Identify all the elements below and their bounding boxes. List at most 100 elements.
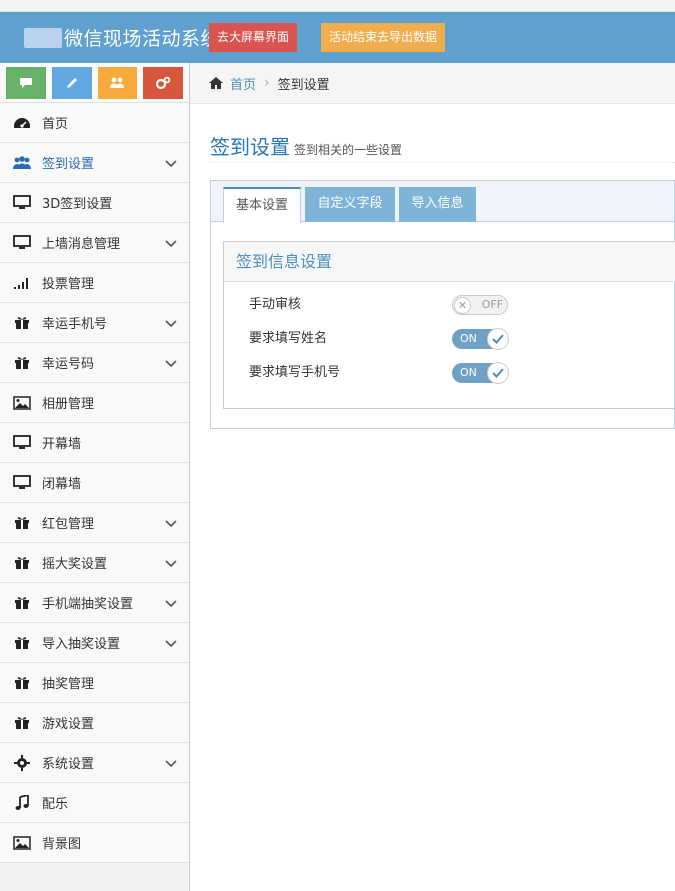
sidebar-shortcuts	[0, 63, 189, 103]
sidebar-item-label: 幸运手机号	[42, 317, 108, 332]
cogs-icon	[156, 76, 171, 90]
sidebar-item[interactable]: 手机端抽奖设置	[0, 583, 189, 623]
cog-icon	[12, 754, 32, 772]
desktop-icon	[12, 434, 32, 452]
sidebar-item[interactable]: 红包管理	[0, 503, 189, 543]
sidebar-item[interactable]: 抽奖管理	[0, 663, 189, 703]
sidebar-item[interactable]: 导入抽奖设置	[0, 623, 189, 663]
tab-bar: 基本设置 自定义字段 导入信息	[211, 181, 674, 223]
sidebar-item[interactable]: 幸运号码	[0, 343, 189, 383]
music-icon	[12, 794, 32, 812]
sidebar-item-label: 上墙消息管理	[42, 237, 121, 252]
signal-icon	[12, 274, 32, 292]
brand-text: 微信现场活动系统	[64, 28, 221, 50]
settings-tabs: 基本设置 自定义字段 导入信息 签到信息设置 手动审核 ✕ OFF 要求填写姓名…	[210, 180, 675, 429]
sidebar-item[interactable]: 配乐	[0, 783, 189, 823]
sidebar: 首页签到设置 3D签到设置 上墙消息管理 投票管理幸运手机号幸运号码相册管理开幕墙闭幕…	[0, 63, 190, 891]
tab-custom-fields[interactable]: 自定义字段	[305, 187, 395, 222]
chevron-down-icon	[165, 357, 177, 372]
sidebar-item-label: 背景图	[42, 837, 82, 852]
setting-label-require-phone: 要求填写手机号	[249, 365, 341, 380]
brand-title: 微信现场活动系统	[24, 24, 220, 51]
sidebar-item-label: 幸运号码	[42, 357, 95, 372]
sidebar-item[interactable]: 幸运手机号	[0, 303, 189, 343]
require-name-toggle[interactable]: ON	[452, 328, 509, 350]
home-icon	[209, 77, 223, 89]
gift-icon	[12, 314, 32, 332]
sidebar-item-label: 系统设置	[42, 757, 95, 772]
desktop-icon	[12, 194, 32, 212]
sidebar-item[interactable]: 签到设置	[0, 143, 189, 183]
gift-icon	[12, 554, 32, 572]
sidebar-item-label: 游戏设置	[42, 717, 95, 732]
manual-review-toggle[interactable]: ✕ OFF	[452, 295, 508, 315]
sidebar-item[interactable]: 摇大奖设置	[0, 543, 189, 583]
setting-label-manual-review: 手动审核	[249, 297, 302, 312]
page-subtitle: 签到相关的一些设置	[294, 143, 403, 157]
gift-icon	[12, 634, 32, 652]
gift-icon	[12, 354, 32, 372]
page-title: 签到设置	[210, 137, 290, 159]
export-data-button[interactable]: 活动结束去导出数据	[321, 23, 445, 52]
tab-basic-settings[interactable]: 基本设置	[223, 187, 301, 223]
breadcrumb-home-link[interactable]: 首页	[230, 74, 256, 93]
sidebar-menu: 首页签到设置 3D签到设置 上墙消息管理 投票管理幸运手机号幸运号码相册管理开幕墙闭幕…	[0, 103, 189, 863]
checkin-info-widget: 签到信息设置 手动审核 ✕ OFF 要求填写姓名 ON 要求填写手机号 ON	[223, 241, 675, 409]
shortcut-pencil-button[interactable]	[51, 67, 92, 99]
sidebar-item-label: 红包管理	[42, 517, 95, 532]
shortcut-group-button[interactable]	[97, 67, 138, 99]
require-phone-toggle[interactable]: ON	[452, 362, 509, 384]
chevron-down-icon	[165, 157, 177, 172]
sidebar-item-label: 闭幕墙	[42, 477, 82, 492]
tab-import-info[interactable]: 导入信息	[399, 187, 476, 222]
chevron-down-icon	[165, 237, 177, 252]
sidebar-item[interactable]: 3D签到设置	[0, 183, 189, 223]
chevron-down-icon	[165, 637, 177, 652]
blurred-logo	[24, 28, 62, 48]
sidebar-item[interactable]: 闭幕墙	[0, 463, 189, 503]
sidebar-item[interactable]: 投票管理	[0, 263, 189, 303]
gift-icon	[12, 594, 32, 612]
sidebar-item[interactable]: 上墙消息管理	[0, 223, 189, 263]
sidebar-item[interactable]: 首页	[0, 103, 189, 143]
sidebar-item-label: 签到设置	[42, 157, 95, 172]
sidebar-item[interactable]: 系统设置	[0, 743, 189, 783]
sidebar-item-label: 相册管理	[42, 397, 95, 412]
check-icon	[487, 328, 509, 350]
sidebar-item-label: 手机端抽奖设置	[42, 597, 134, 612]
gift-icon	[12, 674, 32, 692]
sidebar-item-label: 3D签到设置	[42, 197, 113, 212]
chevron-down-icon	[165, 557, 177, 572]
sidebar-item-label: 首页	[42, 117, 69, 132]
widget-title: 签到信息设置	[224, 242, 675, 282]
chevron-down-icon	[165, 317, 177, 332]
sidebar-item[interactable]: 开幕墙	[0, 423, 189, 463]
setting-label-require-name: 要求填写姓名	[249, 331, 328, 346]
shortcut-comment-button[interactable]	[6, 67, 46, 99]
desktop-icon	[12, 474, 32, 492]
top-header: 微信现场活动系统 去大屏幕界面 活动结束去导出数据	[0, 12, 675, 63]
toggle-state-text: OFF	[481, 298, 503, 311]
chevron-down-icon	[165, 757, 177, 772]
breadcrumb-separator-icon: ›	[264, 75, 270, 91]
chevron-down-icon	[165, 517, 177, 532]
sidebar-item-label: 抽奖管理	[42, 677, 95, 692]
gift-icon	[12, 514, 32, 532]
sidebar-item[interactable]: 游戏设置	[0, 703, 189, 743]
check-icon	[487, 362, 509, 384]
comment-icon	[19, 78, 32, 88]
sidebar-item-label: 投票管理	[42, 277, 95, 292]
picture-icon	[12, 394, 32, 412]
toggle-state-text: ON	[460, 332, 477, 345]
sidebar-item[interactable]: 背景图	[0, 823, 189, 863]
toggle-state-text: ON	[460, 366, 477, 379]
chevron-down-icon	[165, 597, 177, 612]
sidebar-item[interactable]: 相册管理	[0, 383, 189, 423]
browser-chrome-strip	[0, 0, 675, 12]
sidebar-item-label: 导入抽奖设置	[42, 637, 121, 652]
fullscreen-button[interactable]: 去大屏幕界面	[209, 23, 297, 52]
users-icon	[12, 154, 32, 172]
shortcut-cogs-button[interactable]	[143, 67, 183, 99]
picture-icon	[12, 834, 32, 852]
pencil-icon	[66, 78, 77, 88]
